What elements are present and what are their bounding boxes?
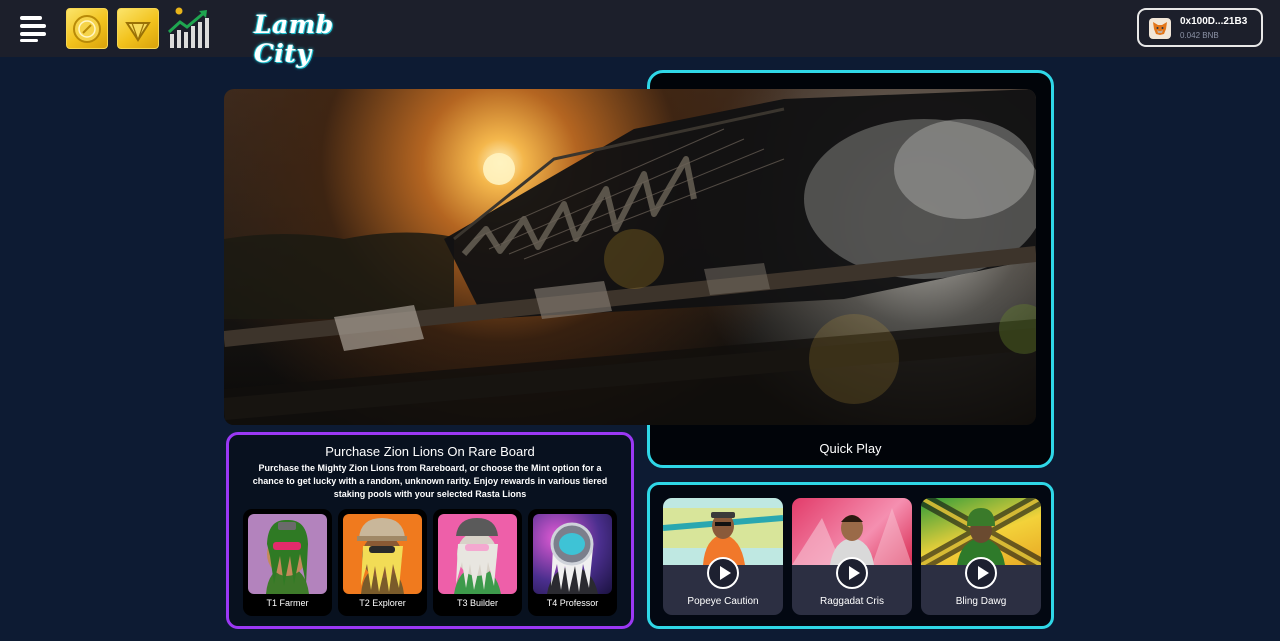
quick-play-label[interactable]: Quick Play [650,441,1051,456]
lion-label-t1: T1 Farmer [266,598,309,608]
hamburger-menu-icon[interactable] [20,14,48,42]
gold-coin-token-button[interactable] [66,8,108,49]
lion-label-t3: T3 Builder [456,598,499,608]
lamb-city-logo[interactable]: Lamb City [254,10,370,68]
video-label: Raggadat Cris [820,596,884,607]
lion-image-t3 [438,514,517,594]
lion-card-t2-explorer[interactable]: T2 Explorer [338,509,427,616]
top-bar: Lamb City 0x100D...21B3 0.042 BNB [0,0,1280,68]
wallet-address: 0x100D...21B3 [1180,16,1248,27]
play-icon[interactable] [707,557,739,589]
purchase-description: Purchase the Mighty Zion Lions from Rare… [252,463,608,499]
wallet-balance: 0.042 BNB [1180,31,1219,40]
play-icon[interactable] [965,557,997,589]
market-chart-icon [167,7,209,48]
lion-label-t4: T4 Professor [546,598,599,608]
metamask-fox-icon [1149,18,1171,39]
video-thumb-bling-dawg [921,498,1041,565]
gold-coin-token-icon [73,14,101,43]
lion-label-t2: T2 Explorer [359,598,406,608]
gold-diamond-token-button[interactable] [117,8,159,49]
video-card-popeye-caution[interactable]: Popeye Caution [663,498,783,615]
gold-diamond-token-icon [125,21,151,42]
purchase-title: Purchase Zion Lions On Rare Board [325,444,535,459]
lion-card-t1-farmer[interactable]: T1 Farmer [243,509,332,616]
video-label: Popeye Caution [687,596,759,607]
hero-train-video[interactable] [224,89,1036,425]
lion-image-t1 [248,514,327,594]
video-thumb-popeye-caution [663,498,783,565]
music-video-panel: Popeye Caution Raggadat Cris Bling Dawg [647,482,1054,629]
train-sunset-illustration [224,89,1036,425]
video-card-raggadat-cris[interactable]: Raggadat Cris [792,498,912,615]
lion-image-t4 [533,514,612,594]
lion-card-t4-professor[interactable]: T4 Professor [528,509,617,616]
lion-card-t3-builder[interactable]: T3 Builder [433,509,522,616]
wallet-button[interactable]: 0x100D...21B3 0.042 BNB [1137,8,1263,47]
play-icon[interactable] [836,557,868,589]
video-label: Bling Dawg [955,596,1007,607]
video-thumb-raggadat-cris [792,498,912,565]
market-chart-button[interactable] [167,6,211,50]
video-card-bling-dawg[interactable]: Bling Dawg [921,498,1041,615]
purchase-panel: Purchase Zion Lions On Rare Board Purcha… [226,432,634,629]
lion-image-t2 [343,514,422,594]
